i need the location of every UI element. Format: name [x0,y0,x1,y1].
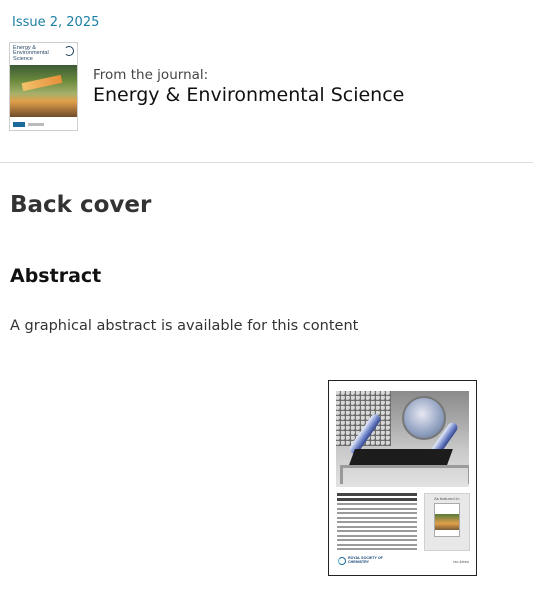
cover-publisher-logo-icon [13,122,25,127]
graphical-abstract-photo [336,391,469,487]
rsc-logo-icon [338,557,346,565]
cover-text-block [337,493,417,553]
featured-in-label: As featured in: [434,496,460,501]
publisher-logo-text: ROYAL SOCIETY OF CHEMISTRY [348,556,383,564]
from-journal-label: From the journal: [93,67,209,83]
magnified-disc-icon [402,396,446,440]
cover-logo-icon [64,46,74,56]
journal-cover-thumbnail[interactable]: Energy & Environmental Science [9,42,78,131]
graphical-abstract-image[interactable]: As featured in: ROYAL SOCIETY OF CHEMIST… [328,380,477,576]
section-divider [0,162,533,163]
conveyor-belt [349,449,453,465]
abstract-heading: Abstract [10,265,102,287]
featured-cover-mini [434,503,460,537]
journal-name-link[interactable]: Energy & Environmental Science [93,84,404,106]
cover-title: Energy & Environmental Science [13,45,49,62]
abstract-text: A graphical abstract is available for th… [10,318,359,334]
featured-in-box: As featured in: [424,493,470,551]
cover-footer-mark [28,123,44,126]
machine-frame [340,465,469,484]
cover-image [10,65,77,117]
article-type-title: Back cover [10,192,152,218]
publisher-url: rsc.li/ees [453,559,469,564]
issue-link[interactable]: Issue 2, 2025 [12,15,99,30]
